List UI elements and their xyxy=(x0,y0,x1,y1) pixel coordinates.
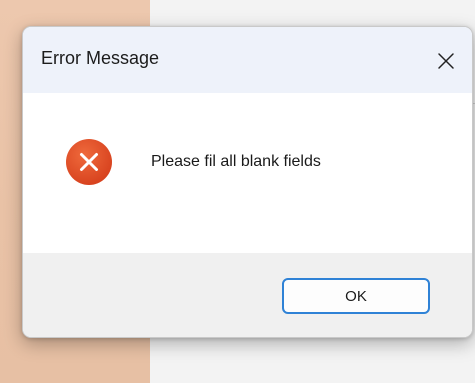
close-button[interactable] xyxy=(426,41,466,81)
dialog-content: Please fil all blank fields xyxy=(23,93,472,253)
error-dialog: Error Message Please fil all blank field… xyxy=(22,26,473,338)
error-message-text: Please fil all blank fields xyxy=(151,153,321,170)
error-icon xyxy=(66,139,112,185)
dialog-titlebar: Error Message xyxy=(23,27,472,93)
dialog-footer: OK xyxy=(23,253,472,337)
close-icon xyxy=(438,53,454,69)
dialog-title: Error Message xyxy=(41,48,160,68)
ok-button[interactable]: OK xyxy=(282,278,430,314)
